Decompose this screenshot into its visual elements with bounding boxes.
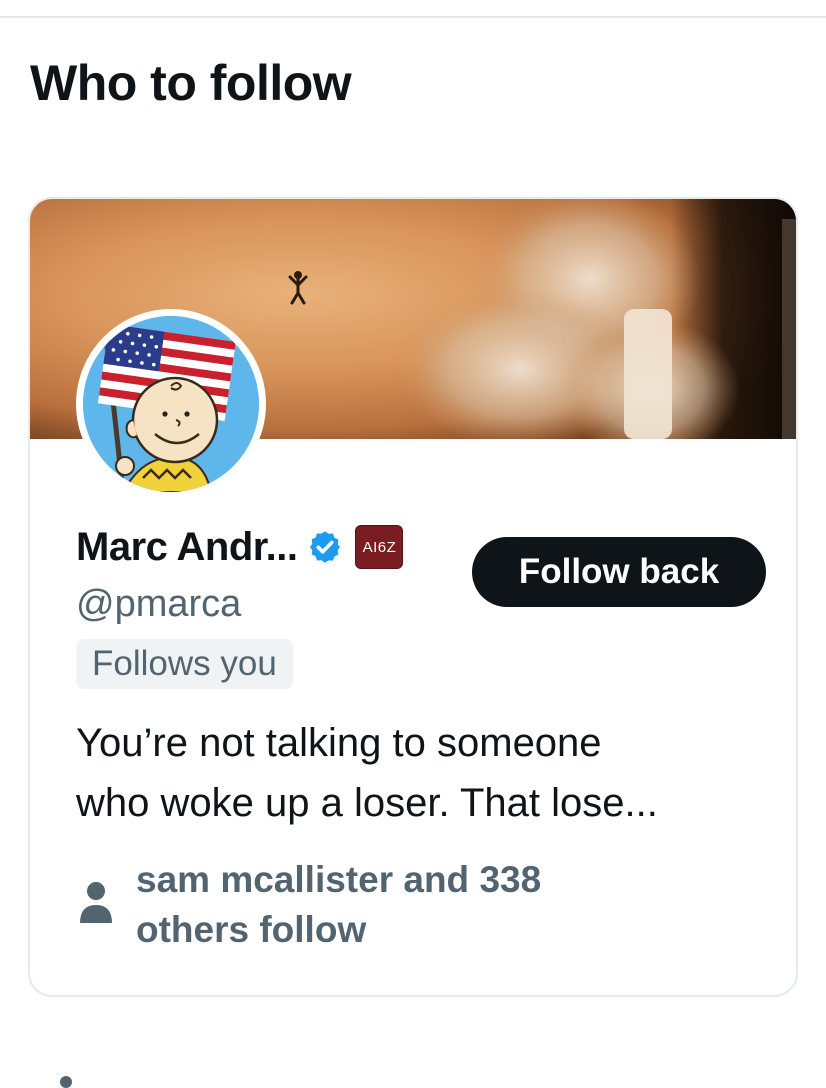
follow-back-button[interactable]: Follow back xyxy=(472,537,766,607)
mutual-followers-line: sam mcallister and 338 xyxy=(136,859,542,900)
avatar[interactable] xyxy=(83,316,259,492)
bio-line: who woke up a loser. That lose... xyxy=(76,781,658,825)
display-name[interactable]: Marc Andr... xyxy=(76,525,298,570)
next-item-peek xyxy=(60,1076,72,1088)
follows-you-badge: Follows you xyxy=(76,639,293,689)
person-icon xyxy=(76,879,116,929)
mutual-followers-text: sam mcallister and 338 others follow xyxy=(136,855,541,955)
user-handle[interactable]: @pmarca xyxy=(76,583,241,626)
user-bio: You’re not talking to someone who woke u… xyxy=(76,713,776,833)
mutual-followers[interactable]: sam mcallister and 338 others follow xyxy=(76,855,541,955)
section-title: Who to follow xyxy=(30,55,352,111)
avatar-ring[interactable] xyxy=(76,309,266,499)
top-divider xyxy=(0,16,826,18)
mutual-followers-line: others follow xyxy=(136,909,367,950)
affiliation-badge[interactable]: AI6Z xyxy=(355,525,404,569)
follow-suggestion-card[interactable]: Marc Andr... AI6Z Follow back @pmarca Fo… xyxy=(28,197,798,997)
bio-line: You’re not talking to someone xyxy=(76,721,602,765)
name-row: Marc Andr... AI6Z xyxy=(76,521,404,573)
verified-badge-icon[interactable] xyxy=(307,529,343,565)
